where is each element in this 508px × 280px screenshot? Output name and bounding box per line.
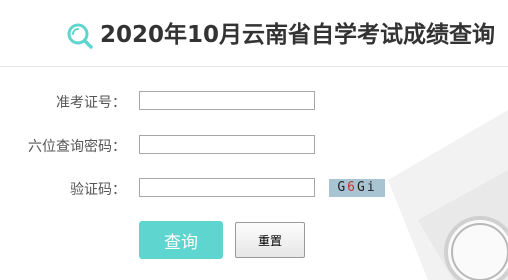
query-password-input[interactable] [139, 135, 315, 154]
captcha-input[interactable] [139, 178, 315, 197]
captcha-image[interactable]: G6Gi [329, 179, 385, 197]
captcha-label: 验证码： [70, 182, 126, 198]
query-password-label: 六位查询密码： [28, 139, 126, 155]
query-button[interactable]: 查询 [139, 221, 223, 259]
page-header: 2020年10月云南省自学考试成绩查询 [0, 0, 508, 67]
exam-id-row: 准考证号： [0, 91, 508, 115]
captcha-char: Gi [357, 180, 377, 195]
query-password-row: 六位查询密码： [0, 135, 508, 159]
captcha-char: 6 [347, 180, 357, 195]
reset-button[interactable]: 重置 [235, 222, 305, 258]
captcha-row: 验证码： G6Gi [0, 178, 508, 202]
exam-id-label: 准考证号： [56, 95, 126, 111]
captcha-char: G [337, 180, 348, 195]
search-icon [67, 23, 93, 49]
exam-id-input[interactable] [139, 91, 315, 110]
page-title: 2020年10月云南省自学考试成绩查询 [100, 22, 496, 48]
